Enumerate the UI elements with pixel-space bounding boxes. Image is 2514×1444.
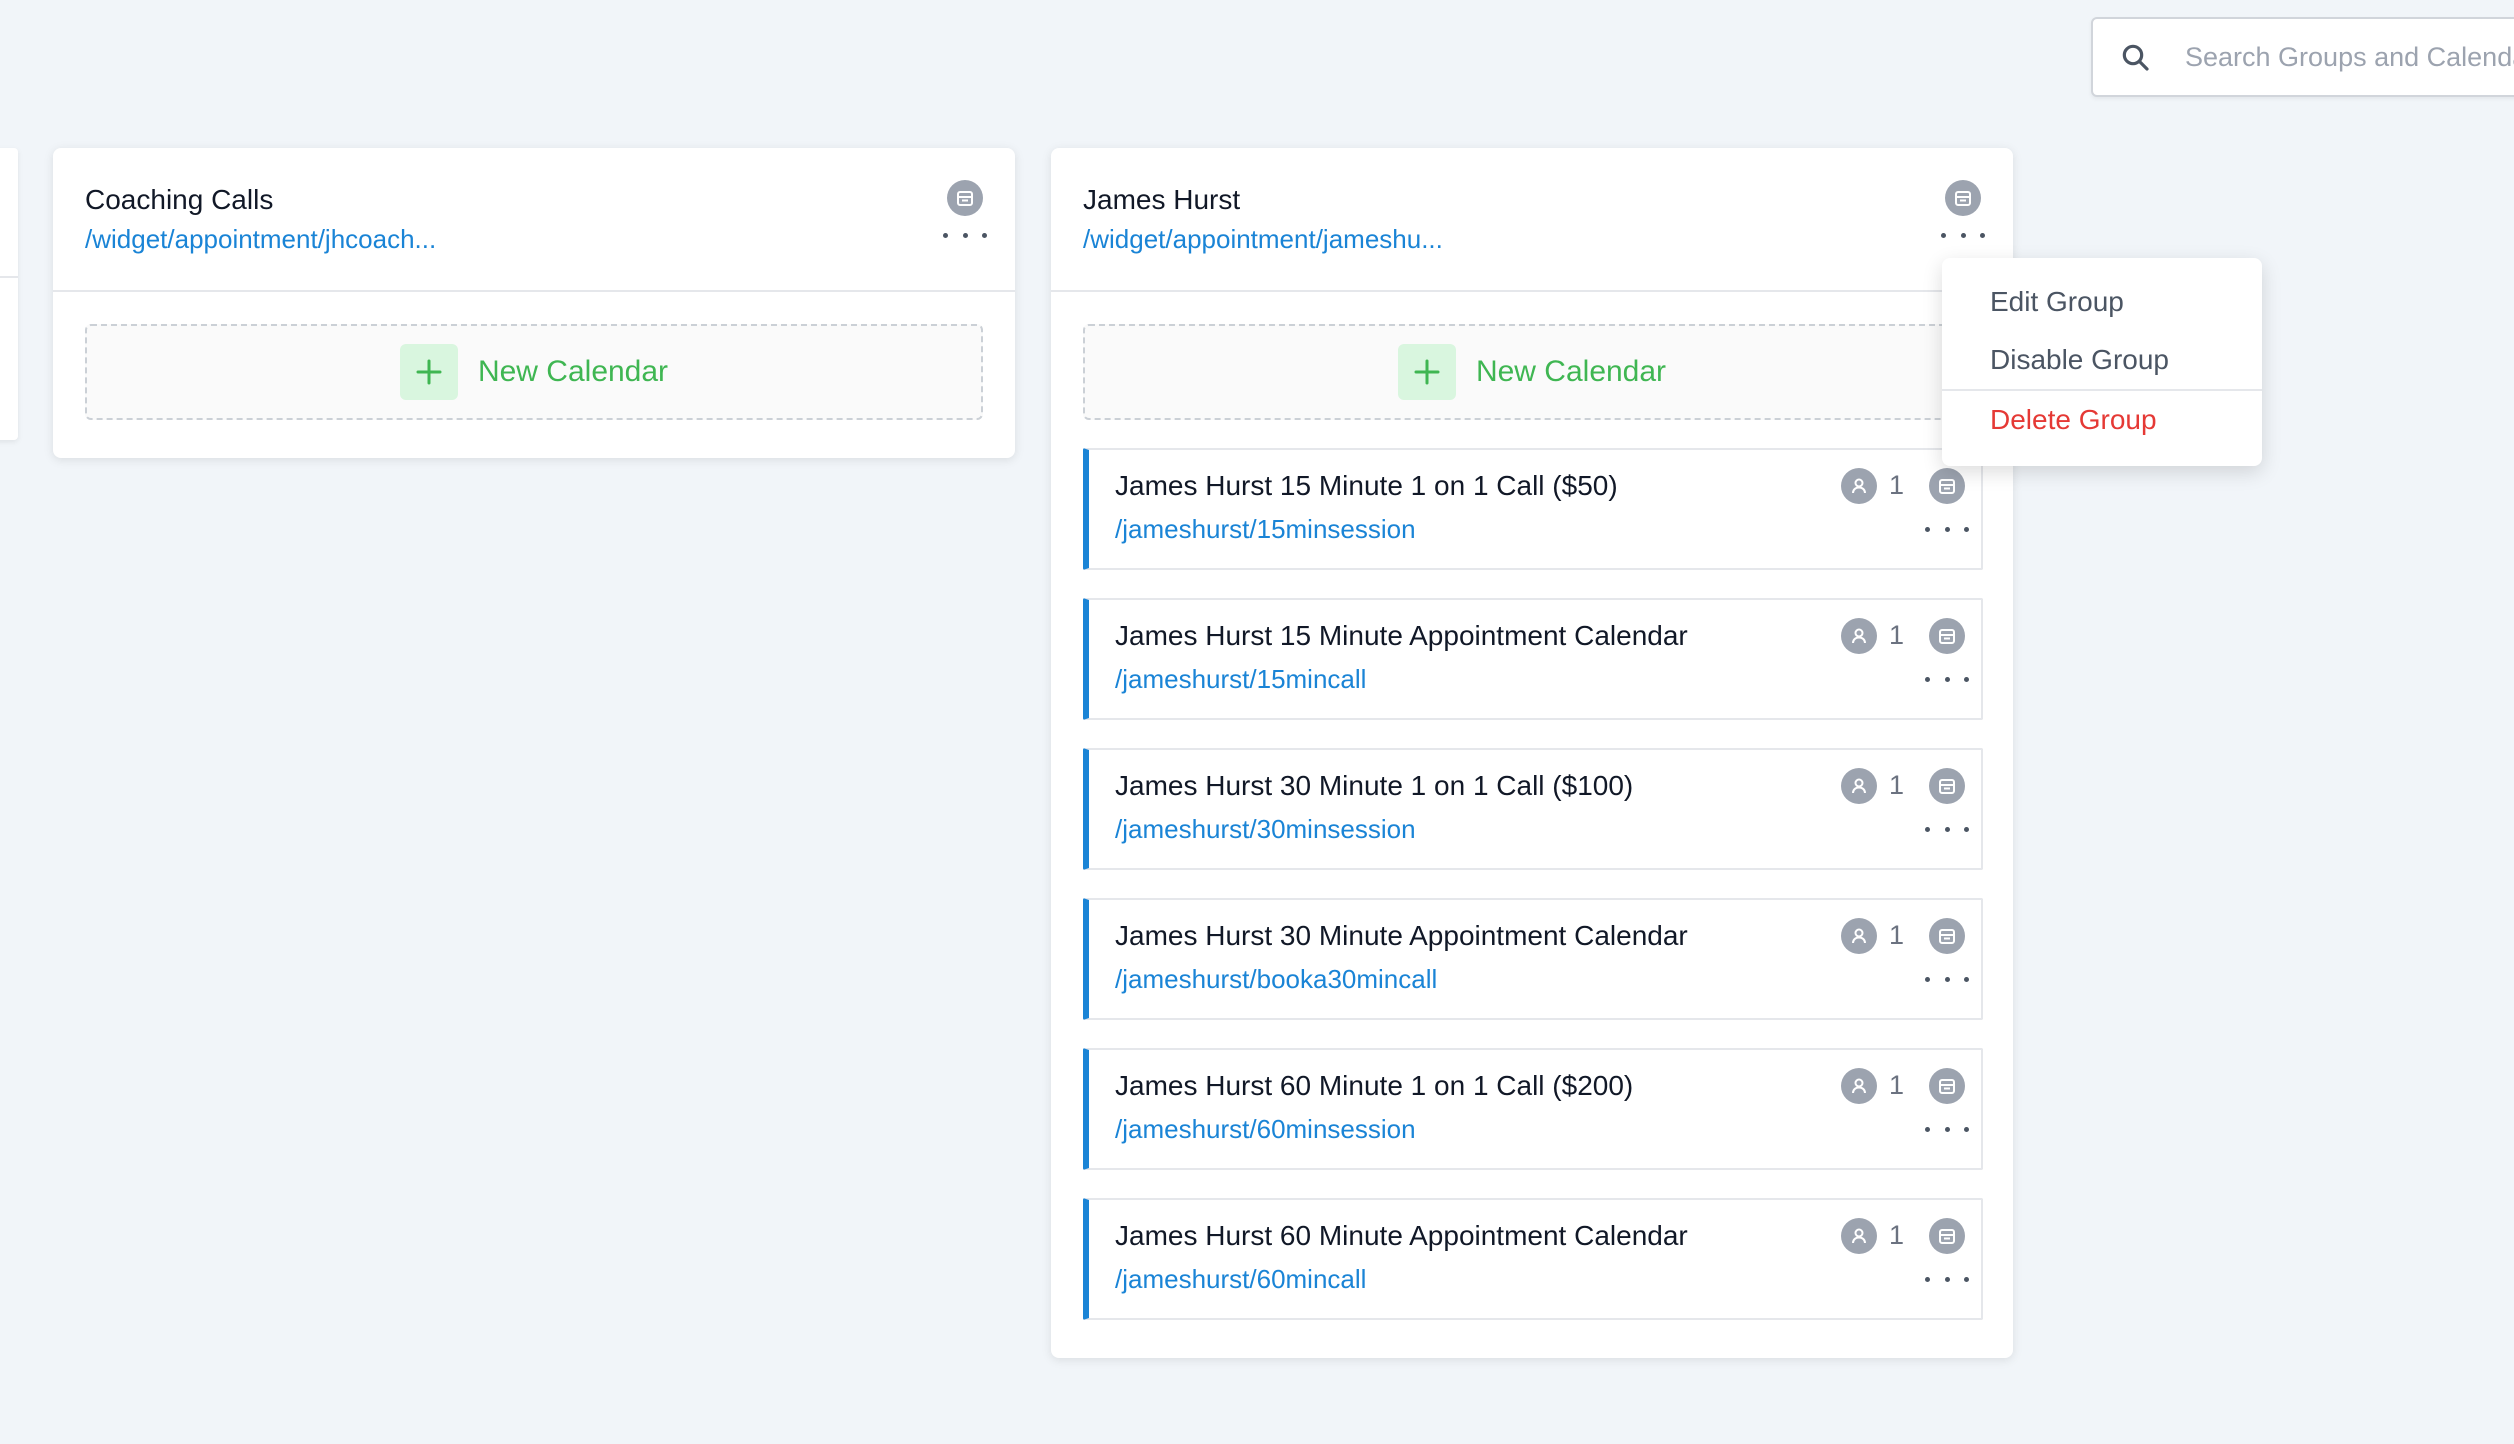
calendar-item[interactable]: James Hurst 30 Minute Appointment Calend… <box>1083 898 1983 1020</box>
group-link[interactable]: /widget/appointment/jhcoach... <box>85 224 436 255</box>
more-dots-icon[interactable] <box>1925 1274 1969 1284</box>
user-count: 1 <box>1889 1070 1905 1100</box>
user-icon <box>1841 468 1877 504</box>
calendar-item[interactable]: James Hurst 60 Minute 1 on 1 Call ($200)… <box>1083 1048 1983 1170</box>
user-count: 1 <box>1889 1220 1905 1250</box>
user-count: 1 <box>1889 470 1905 500</box>
group-header: Coaching Calls /widget/appointment/jhcoa… <box>53 148 1015 292</box>
more-dots-icon[interactable] <box>1925 824 1969 834</box>
calendar-item[interactable]: James Hurst 15 Minute Appointment Calend… <box>1083 598 1983 720</box>
more-dots-icon[interactable] <box>1925 524 1969 534</box>
search-icon <box>2119 37 2151 77</box>
user-icon <box>1841 1068 1877 1104</box>
calendar-icon[interactable] <box>947 180 983 216</box>
calendar-title: James Hurst 30 Minute 1 on 1 Call ($100) <box>1115 770 1634 801</box>
calendar-slug[interactable]: /jameshurst/60mincall <box>1115 1264 1366 1295</box>
calendar-slug[interactable]: /jameshurst/booka30mincall <box>1115 964 1437 995</box>
calendar-icon[interactable] <box>1929 768 1965 804</box>
group-title: James Hurst <box>1083 184 1241 215</box>
group-link[interactable]: /widget/appointment/jameshu... <box>1083 224 1443 255</box>
calendar-item[interactable]: James Hurst 15 Minute 1 on 1 Call ($50) … <box>1083 448 1983 570</box>
more-dots-icon[interactable] <box>1925 974 1969 984</box>
plus-icon <box>1397 344 1456 400</box>
calendar-slug[interactable]: /jameshurst/30minsession <box>1115 814 1416 845</box>
calendar-title: James Hurst 60 Minute 1 on 1 Call ($200) <box>1115 1070 1634 1101</box>
calendar-title: James Hurst 15 Minute Appointment Calend… <box>1115 620 1688 651</box>
new-calendar-button[interactable]: New Calendar <box>85 324 983 420</box>
calendar-icon[interactable] <box>1945 180 1981 216</box>
group-card-partial <box>0 148 18 440</box>
calendar-slug[interactable]: /jameshurst/15mincall <box>1115 664 1366 695</box>
menu-divider <box>1942 389 2262 391</box>
group-title: Coaching Calls <box>85 184 274 215</box>
group-card-james-hurst: James Hurst /widget/appointment/jameshu.… <box>1051 148 2013 1358</box>
user-count: 1 <box>1889 620 1905 650</box>
menu-item-edit-group[interactable]: Edit Group <box>1990 286 2124 318</box>
group-header: James Hurst /widget/appointment/jameshu.… <box>1051 148 2013 292</box>
calendar-item[interactable]: James Hurst 30 Minute 1 on 1 Call ($100)… <box>1083 748 1983 870</box>
user-icon <box>1841 918 1877 954</box>
calendar-title: James Hurst 30 Minute Appointment Calend… <box>1115 920 1688 951</box>
group-card-coaching-calls: Coaching Calls /widget/appointment/jhcoa… <box>53 148 1015 458</box>
more-dots-icon[interactable] <box>1941 230 1985 240</box>
calendar-icon[interactable] <box>1929 1068 1965 1104</box>
more-dots-icon[interactable] <box>943 230 987 240</box>
menu-item-disable-group[interactable]: Disable Group <box>1990 344 2169 376</box>
menu-item-delete-group[interactable]: Delete Group <box>1990 404 2157 436</box>
new-calendar-label: New Calendar <box>1475 355 1667 388</box>
new-calendar-button[interactable]: New Calendar <box>1083 324 1981 420</box>
calendar-title: James Hurst 15 Minute 1 on 1 Call ($50) <box>1115 470 1618 501</box>
user-icon <box>1841 768 1877 804</box>
more-dots-icon[interactable] <box>1925 674 1969 684</box>
search-box[interactable]: Search Groups and Calendars <box>2091 17 2514 97</box>
user-count: 1 <box>1889 920 1905 950</box>
calendar-item[interactable]: James Hurst 60 Minute Appointment Calend… <box>1083 1198 1983 1320</box>
plus-icon <box>399 344 458 400</box>
calendar-slug[interactable]: /jameshurst/60minsession <box>1115 1114 1416 1145</box>
calendar-icon[interactable] <box>1929 1218 1965 1254</box>
user-icon <box>1841 618 1877 654</box>
calendar-icon[interactable] <box>1929 618 1965 654</box>
group-options-menu: Edit Group Disable Group Delete Group <box>1942 258 2262 466</box>
user-count: 1 <box>1889 770 1905 800</box>
calendar-title: James Hurst 60 Minute Appointment Calend… <box>1115 1220 1688 1251</box>
search-input[interactable]: Search Groups and Calendars <box>2185 42 2514 73</box>
calendar-icon[interactable] <box>1929 468 1965 504</box>
calendar-slug[interactable]: /jameshurst/15minsession <box>1115 514 1416 545</box>
more-dots-icon[interactable] <box>1925 1124 1969 1134</box>
calendar-icon[interactable] <box>1929 918 1965 954</box>
new-calendar-label: New Calendar <box>477 355 669 388</box>
user-icon <box>1841 1218 1877 1254</box>
